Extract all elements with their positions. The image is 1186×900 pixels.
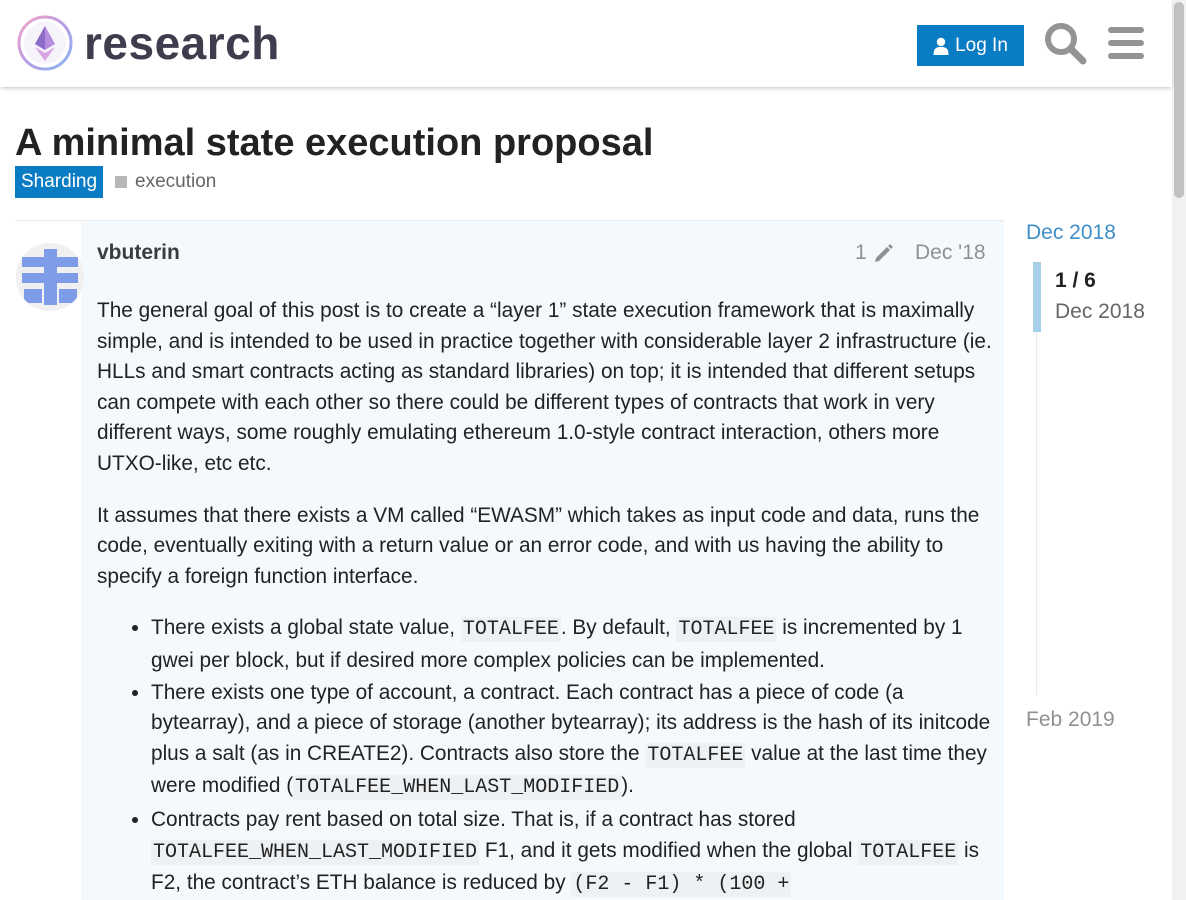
site-name[interactable]: research <box>84 14 280 72</box>
topic-title[interactable]: A minimal state execution proposal <box>15 121 653 165</box>
menu-icon[interactable] <box>1104 21 1148 65</box>
inline-code: TOTALFEE <box>460 617 561 643</box>
user-icon <box>933 37 949 55</box>
topic-tag[interactable]: execution <box>115 166 216 198</box>
edit-count: 1 <box>855 241 867 264</box>
login-label: Log In <box>955 34 1008 56</box>
site-header: research Log In <box>0 0 1172 87</box>
search-icon[interactable] <box>1043 21 1087 65</box>
inline-code: TOTALFEE <box>645 742 746 768</box>
inline-code: TOTALFEE <box>858 839 959 865</box>
site-logo-icon[interactable] <box>16 14 74 72</box>
post-paragraph: It assumes that there exists a VM called… <box>97 503 980 588</box>
list-item: Contracts pay rent based on total size. … <box>151 805 994 900</box>
post-bullet-list: There exists a global state value, TOTAL… <box>151 613 994 900</box>
timeline-handle[interactable] <box>1033 262 1041 332</box>
identicon-icon <box>16 243 84 311</box>
inline-code: TOTALFEE_WHEN_LAST_MODIFIED <box>293 775 622 801</box>
inline-code: TOTALFEE <box>676 617 777 643</box>
scrollbar-thumb[interactable] <box>1174 2 1184 198</box>
post-content: The general goal of this post is to crea… <box>97 296 994 900</box>
list-item: There exists a global state value, TOTAL… <box>151 613 994 676</box>
pencil-icon <box>874 244 893 262</box>
post-date[interactable]: Dec '18 <box>915 241 986 265</box>
inline-code: TOTALFEE_WHEN_LAST_MODIFIED <box>151 839 480 865</box>
login-button[interactable]: Log In <box>917 25 1024 66</box>
inline-code: (F2 - F1) * (100 + <box>571 872 792 898</box>
page-scrollbar[interactable] <box>1172 0 1186 900</box>
tag-square-icon <box>115 176 127 188</box>
timeline-position: 1 / 6 <box>1055 269 1096 292</box>
avatar[interactable] <box>16 243 84 311</box>
tag-label: execution <box>135 171 217 192</box>
timeline-current-date: Dec 2018 <box>1055 300 1145 323</box>
timeline-end-date[interactable]: Feb 2019 <box>1026 708 1115 732</box>
list-item: There exists one type of account, a cont… <box>151 678 994 804</box>
post-username[interactable]: vbuterin <box>97 241 180 265</box>
edit-history-button[interactable]: 1 <box>855 241 895 265</box>
post-paragraph: The general goal of this post is to crea… <box>97 299 992 475</box>
timeline-start-date[interactable]: Dec 2018 <box>1026 221 1116 245</box>
category-badge[interactable]: Sharding <box>15 166 104 198</box>
